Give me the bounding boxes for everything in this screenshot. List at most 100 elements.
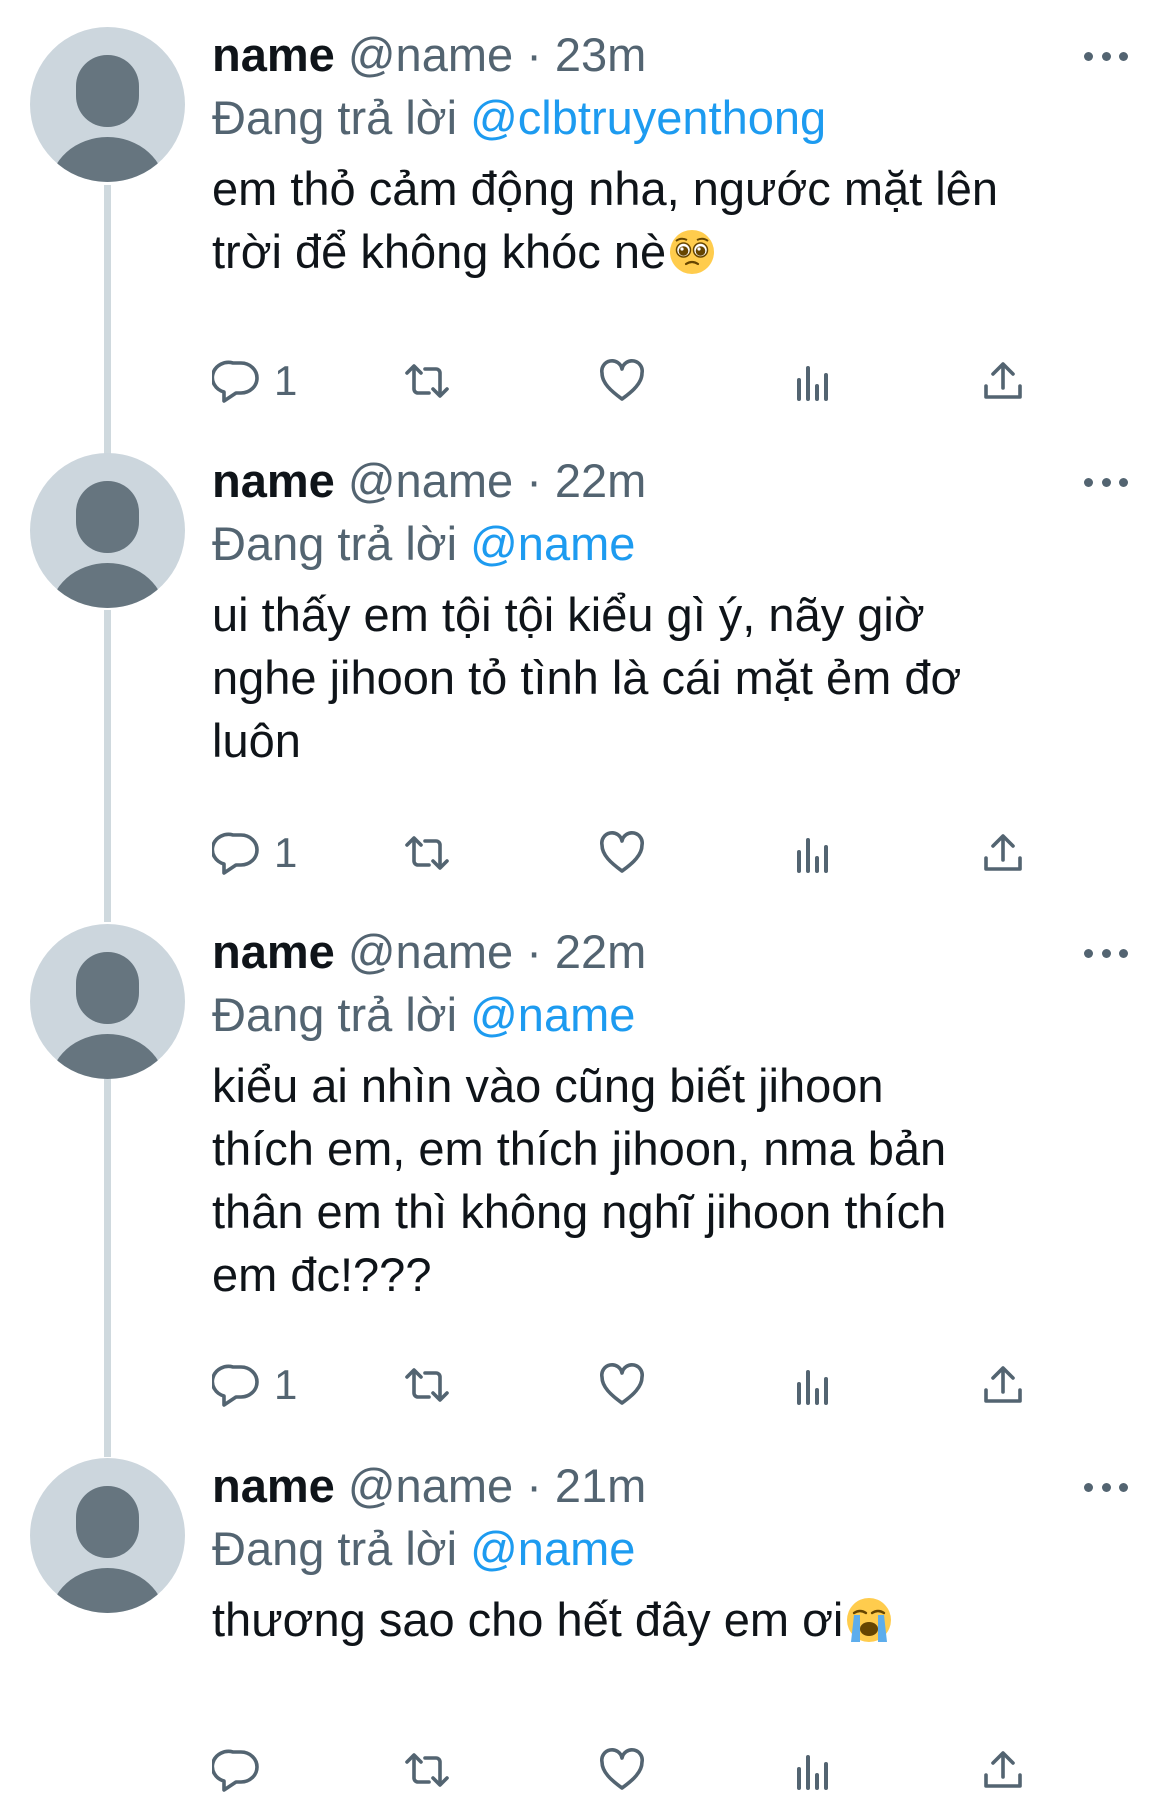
separator-dot: · — [526, 28, 542, 81]
user-handle[interactable]: @name — [348, 925, 513, 978]
retweet-icon — [405, 1368, 449, 1402]
ellipsis-icon — [1101, 948, 1111, 958]
tweet-header: name @name · 22m — [212, 453, 1132, 509]
replying-to-label: Đang trả lời — [212, 91, 458, 144]
bar-chart-icon — [797, 838, 828, 873]
user-handle[interactable]: @name — [348, 454, 513, 507]
display-name[interactable]: name — [212, 1459, 335, 1512]
avatar[interactable] — [30, 1458, 185, 1613]
share-button[interactable] — [978, 1742, 1028, 1794]
replying-to-handle[interactable]: @name — [470, 517, 635, 570]
user-handle[interactable]: @name — [348, 28, 513, 81]
views-button[interactable] — [788, 1357, 838, 1413]
like-button[interactable] — [597, 1357, 647, 1413]
more-options-button[interactable] — [1084, 49, 1128, 63]
tweet-text-body: thương sao cho hết đây em ơi — [212, 1593, 844, 1646]
ellipsis-icon — [1101, 1482, 1111, 1492]
tweet-actions: 1 — [212, 353, 1032, 409]
ellipsis-icon — [1084, 51, 1093, 61]
share-button[interactable] — [978, 825, 1028, 881]
default-avatar-icon — [50, 1486, 165, 1613]
display-name[interactable]: name — [212, 28, 335, 81]
replying-to: Đang trả lời @clbtruyenthong — [212, 87, 1132, 149]
views-button[interactable] — [788, 353, 838, 409]
share-upload-icon — [984, 1751, 1022, 1788]
replying-to-label: Đang trả lời — [212, 517, 458, 570]
display-name[interactable]: name — [212, 925, 335, 978]
reply-count: 1 — [274, 829, 298, 876]
separator-dot: · — [526, 925, 542, 978]
avatar[interactable] — [30, 924, 185, 1079]
thread-connector — [104, 610, 111, 922]
views-button[interactable] — [788, 1742, 838, 1794]
tweet-text: em thỏ cảm động nha, ngước mặt lên trời … — [212, 157, 1132, 283]
speech-bubble-icon — [212, 1364, 259, 1407]
avatar[interactable] — [30, 27, 185, 182]
ellipsis-icon — [1084, 948, 1093, 958]
retweet-button[interactable] — [402, 1742, 452, 1794]
reply-button[interactable]: 1 — [212, 1357, 297, 1413]
speech-bubble-icon — [212, 360, 259, 403]
timestamp[interactable]: 21m — [555, 1459, 646, 1512]
bar-chart-icon — [797, 1755, 828, 1790]
ellipsis-icon — [1119, 948, 1128, 958]
replying-to-handle[interactable]: @clbtruyenthong — [470, 91, 826, 144]
replying-to-label: Đang trả lời — [212, 988, 458, 1041]
heart-icon — [600, 831, 644, 873]
retweet-button[interactable] — [402, 353, 452, 409]
tweet-content: name @name · 23m Đang trả lời @clbtruyen… — [212, 27, 1132, 283]
ellipsis-icon — [1119, 1482, 1128, 1492]
reply-button[interactable]: 1 — [212, 825, 297, 881]
timestamp[interactable]: 23m — [555, 28, 646, 81]
ellipsis-icon — [1119, 51, 1128, 61]
timestamp[interactable]: 22m — [555, 925, 646, 978]
default-avatar-icon — [50, 481, 165, 608]
thread-connector — [104, 185, 111, 455]
replying-to-handle[interactable]: @name — [470, 988, 635, 1041]
tweet-content: name @name · 21m Đang trả lời @name thươ… — [212, 1458, 1132, 1651]
tweet-text-body: ui thấy em tội tội kiểu gì ý, nãy giờ ng… — [212, 588, 962, 767]
avatar[interactable] — [30, 453, 185, 608]
tweet-actions — [212, 1742, 1032, 1794]
default-avatar-icon — [50, 55, 165, 182]
like-button[interactable] — [597, 825, 647, 881]
views-button[interactable] — [788, 825, 838, 881]
like-button[interactable] — [597, 1742, 647, 1794]
more-options-button[interactable] — [1084, 475, 1128, 489]
retweet-button[interactable] — [402, 1357, 452, 1413]
share-upload-icon — [984, 834, 1022, 871]
ellipsis-icon — [1101, 477, 1111, 487]
more-options-button[interactable] — [1084, 1480, 1128, 1494]
share-button[interactable] — [978, 1357, 1028, 1413]
ellipsis-icon — [1084, 477, 1093, 487]
share-upload-icon — [984, 362, 1022, 399]
replying-to: Đang trả lời @name — [212, 1518, 1132, 1580]
tweet-text: thương sao cho hết đây em ơi — [212, 1588, 1132, 1651]
ellipsis-icon — [1084, 1482, 1093, 1492]
reply-button[interactable] — [212, 1742, 274, 1794]
separator-dot: · — [526, 454, 542, 507]
more-options-button[interactable] — [1084, 946, 1128, 960]
ellipsis-icon — [1101, 51, 1111, 61]
replying-to-handle[interactable]: @name — [470, 1522, 635, 1575]
heart-icon — [600, 1748, 644, 1790]
user-handle[interactable]: @name — [348, 1459, 513, 1512]
tweet-text: kiểu ai nhìn vào cũng biết jihoon thích … — [212, 1054, 1132, 1306]
replying-to: Đang trả lời @name — [212, 513, 1132, 575]
tweet-content: name @name · 22m Đang trả lời @name ui t… — [212, 453, 1132, 772]
heart-icon — [600, 359, 644, 401]
reply-button[interactable]: 1 — [212, 353, 297, 409]
share-upload-icon — [984, 1366, 1022, 1403]
speech-bubble-icon — [212, 1749, 259, 1792]
tweet-header: name @name · 21m — [212, 1458, 1132, 1514]
tweet-text: ui thấy em tội tội kiểu gì ý, nãy giờ ng… — [212, 583, 1132, 772]
separator-dot: · — [526, 1459, 542, 1512]
display-name[interactable]: name — [212, 454, 335, 507]
like-button[interactable] — [597, 353, 647, 409]
retweet-button[interactable] — [402, 825, 452, 881]
timestamp[interactable]: 22m — [555, 454, 646, 507]
bar-chart-icon — [797, 1370, 828, 1405]
bar-chart-icon — [797, 366, 828, 401]
share-button[interactable] — [978, 353, 1028, 409]
replying-to: Đang trả lời @name — [212, 984, 1132, 1046]
